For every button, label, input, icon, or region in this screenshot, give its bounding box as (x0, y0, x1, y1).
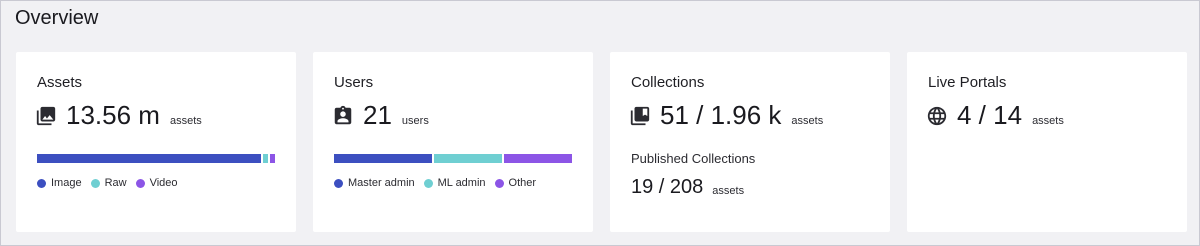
collections-metric: 51 / 1.96 k assets (629, 100, 823, 131)
bar-segment-raw (263, 154, 269, 163)
page-title: Overview (15, 7, 99, 29)
published-collections-title: Published Collections (631, 151, 756, 166)
users-legend: Master admin ML admin Other (334, 177, 545, 189)
legend-item-video: Video (135, 177, 178, 189)
bar-segment-video (270, 154, 276, 163)
collections-unit: assets (791, 114, 824, 127)
live-portals-unit: assets (1032, 114, 1064, 127)
legend-item-master-admin: Master admin (334, 177, 415, 189)
published-collections-unit: assets (712, 184, 745, 197)
overview-panel: Overview Assets 13.56 m assets Image Raw V… (0, 0, 1200, 246)
live-portals-value: 4 / 14 (957, 100, 1023, 130)
legend-label: Image (51, 177, 82, 189)
photo-library-icon (35, 105, 57, 127)
users-value: 21 (363, 100, 392, 130)
bar-segment-ml-admin (434, 154, 502, 163)
legend-item-image: Image (37, 177, 82, 189)
card-title: Collections (631, 74, 705, 91)
published-collections-value: 19 / 208 (631, 176, 704, 198)
legend-item-ml-admin: ML admin (423, 177, 486, 189)
users-metric: 21 users (332, 100, 429, 131)
assets-unit: assets (169, 114, 202, 127)
legend-dot (494, 178, 504, 188)
assets-metric: 13.56 m assets (35, 100, 202, 131)
legend-label: Video (149, 177, 178, 189)
assets-legend: Image Raw Video (37, 177, 187, 189)
bar-segment-master-admin (334, 154, 432, 163)
legend-item-other: Other (494, 177, 537, 189)
assets-value: 13.56 m (66, 100, 160, 130)
legend-dot (423, 178, 433, 188)
card-title: Users (334, 74, 374, 91)
bar-segment-image (37, 154, 262, 163)
legend-dot (135, 178, 145, 188)
legend-label: ML admin (437, 177, 486, 189)
users-card[interactable]: Users 21 users Master admin ML admin Other (313, 52, 593, 232)
legend-label: Raw (104, 177, 127, 189)
collections-card[interactable]: Collections 51 / 1.96 k assets Published… (610, 52, 890, 232)
legend-label: Other (508, 177, 537, 189)
assets-card[interactable]: Assets 13.56 m assets Image Raw Video (16, 52, 296, 232)
assets-breakdown-bar (37, 154, 276, 163)
card-title: Live Portals (928, 74, 1007, 91)
collections-icon (629, 105, 651, 127)
legend-label: Master admin (348, 177, 415, 189)
published-collections-metric: 19 / 208 assets (631, 176, 744, 199)
globe-icon (926, 105, 948, 127)
card-title: Assets (37, 74, 83, 91)
user-badge-icon (332, 105, 354, 127)
users-breakdown-bar (334, 154, 572, 163)
collections-value: 51 / 1.96 k (660, 100, 782, 130)
bar-segment-other (504, 154, 572, 163)
legend-dot (90, 178, 100, 188)
users-unit: users (401, 114, 429, 127)
legend-item-raw: Raw (90, 177, 127, 189)
live-portals-card[interactable]: Live Portals 4 / 14 assets (907, 52, 1187, 232)
live-portals-metric: 4 / 14 assets (926, 100, 1064, 131)
legend-dot (334, 178, 343, 188)
legend-dot (37, 178, 46, 188)
